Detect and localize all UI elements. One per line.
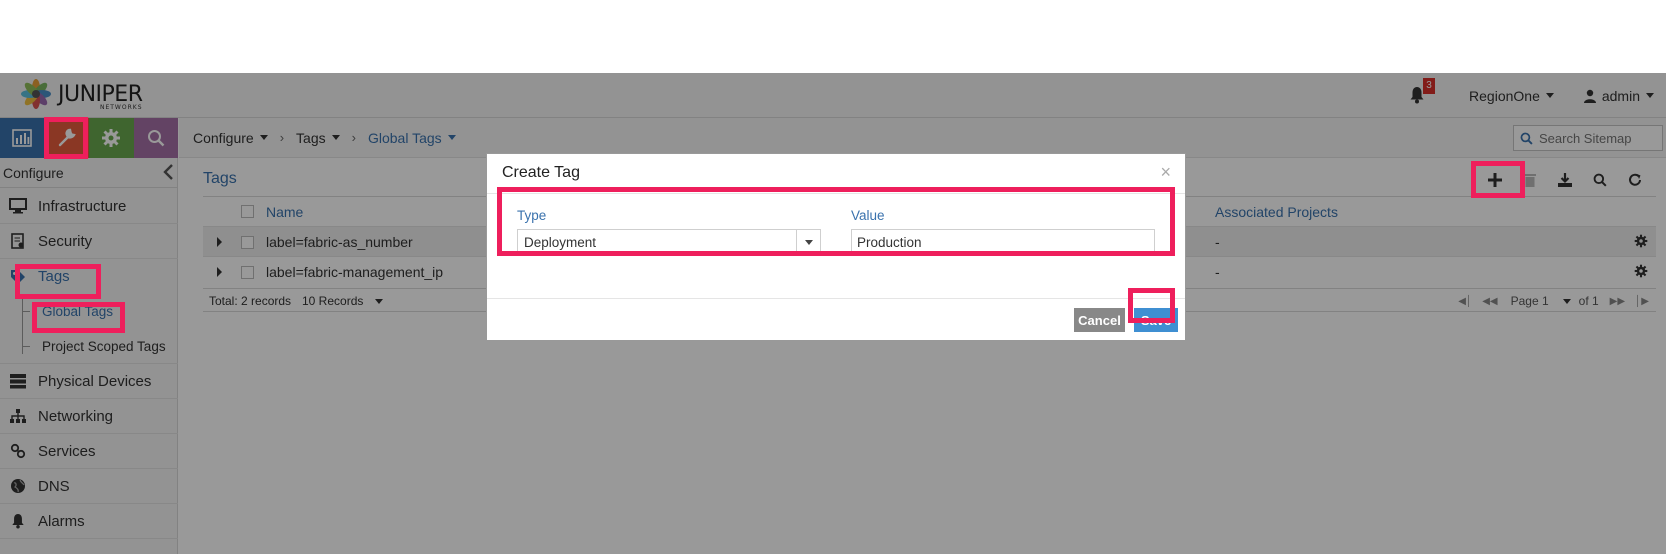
close-icon[interactable]: × xyxy=(1160,162,1171,183)
highlight-tags-item xyxy=(15,264,101,299)
app-window: JUNIPER NETWORKS 3 RegionOne admin Confi… xyxy=(0,73,1666,554)
dialog-footer-divider xyxy=(487,298,1185,299)
highlight-save-button xyxy=(1128,288,1175,323)
dialog-title: Create Tag xyxy=(502,164,580,181)
highlight-add-button xyxy=(1471,161,1525,198)
highlight-form-fields xyxy=(497,187,1175,256)
highlight-global-tags-item xyxy=(32,302,125,333)
highlight-configure-tab xyxy=(44,117,88,159)
cancel-button[interactable]: Cancel xyxy=(1074,308,1125,332)
